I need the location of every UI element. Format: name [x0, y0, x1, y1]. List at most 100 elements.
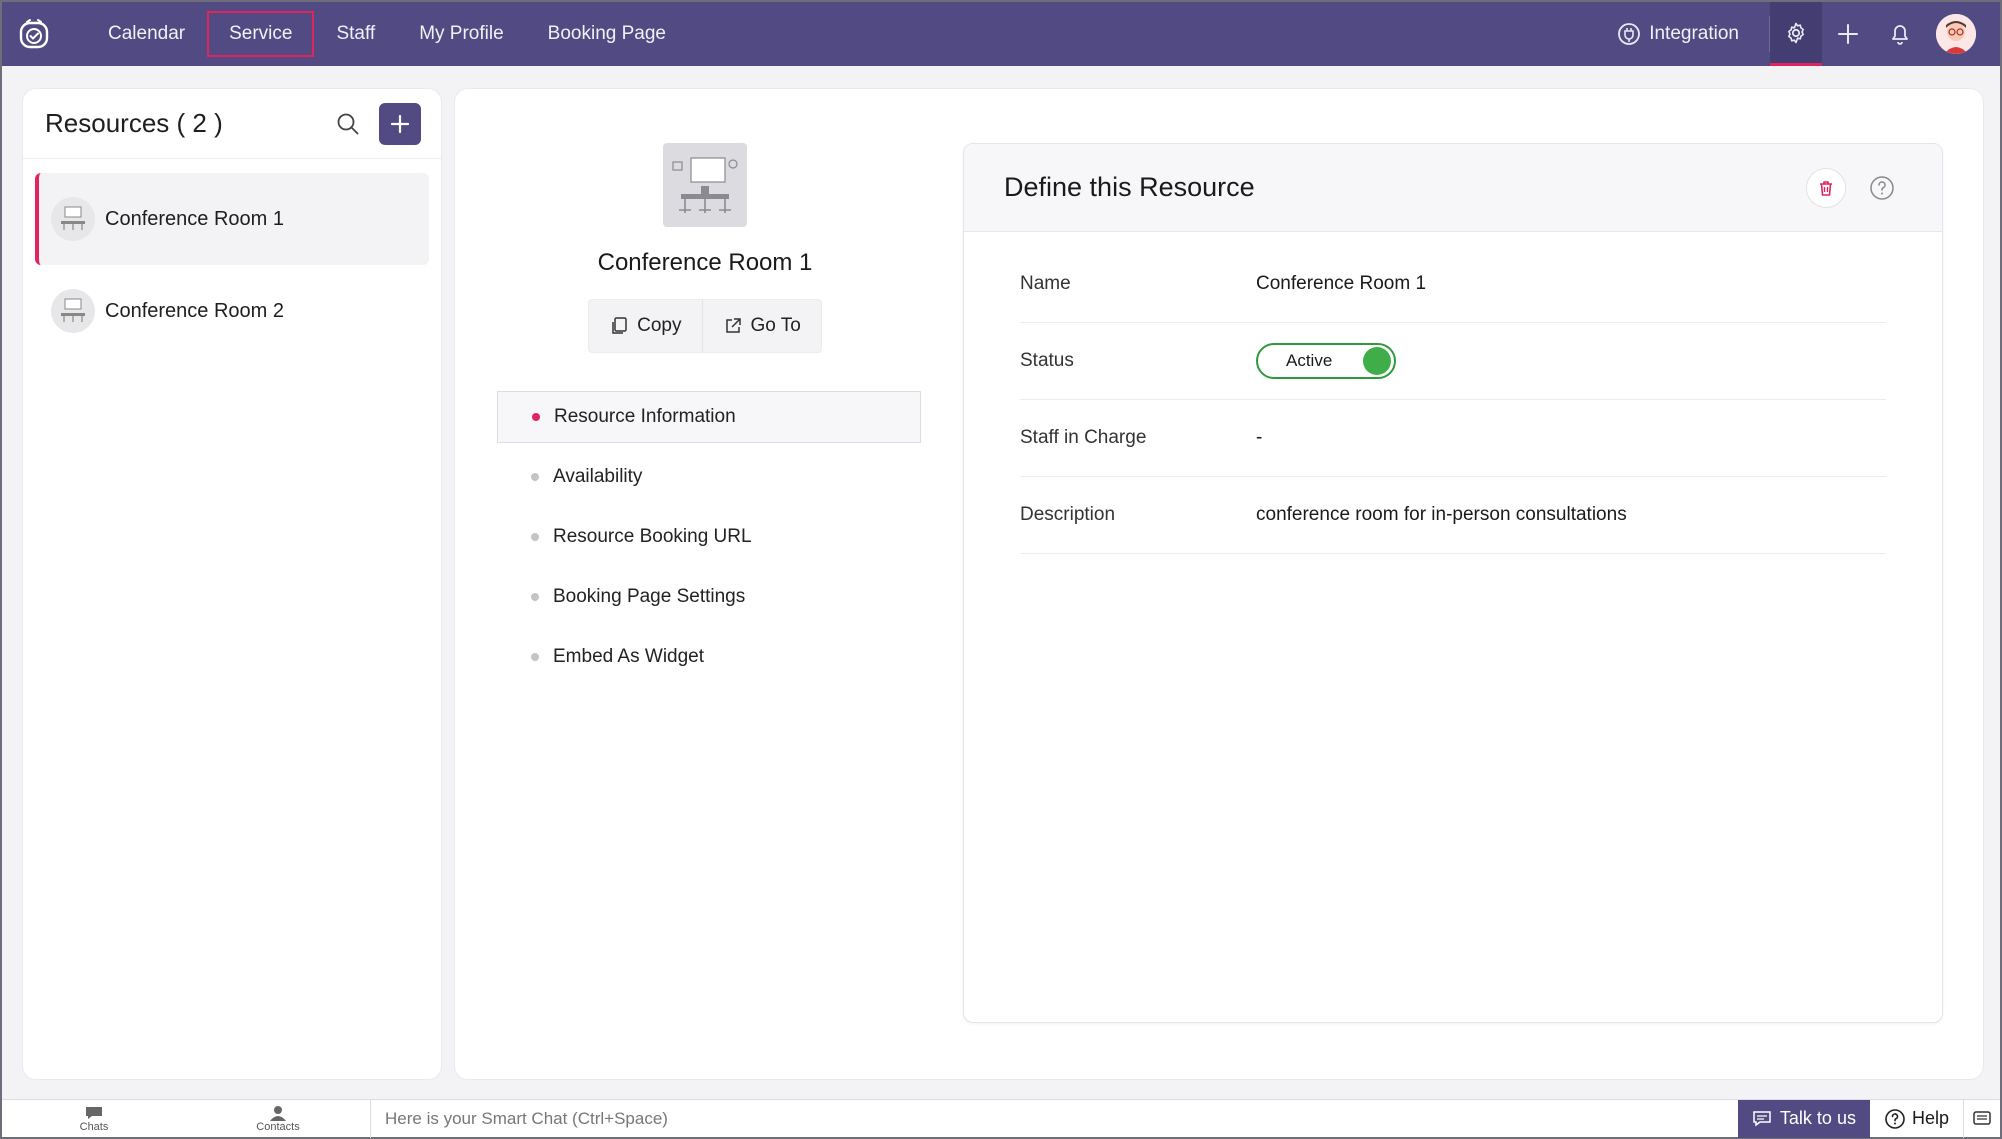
resource-title: Conference Room 1 [597, 249, 813, 276]
external-link-icon [725, 318, 741, 333]
status-row: Status Active [1020, 323, 1886, 400]
user-avatar-icon [1936, 14, 1976, 54]
delete-resource-button[interactable] [1806, 167, 1846, 208]
resources-list: Conference Room 1 Conference Room 2 [23, 159, 441, 371]
plus-icon [1838, 24, 1858, 44]
resource-detail-panel: Conference Room 1 Copy Go To Resource In… [454, 88, 1984, 1080]
question-icon [1885, 1108, 1905, 1129]
help-button[interactable]: Help [1870, 1099, 1964, 1138]
message-icon [1753, 1110, 1771, 1126]
top-navbar: Calendar Service Staff My Profile Bookin… [2, 2, 2000, 66]
user-avatar[interactable] [1936, 14, 1976, 54]
copy-button[interactable]: Copy [589, 300, 701, 352]
copy-icon [612, 317, 627, 334]
resources-panel: Resources ( 2 ) Conference Room 1 Confer… [22, 88, 442, 1080]
resource-profile: Conference Room 1 Copy Go To [455, 143, 955, 353]
staff-value[interactable]: - [1256, 427, 1262, 449]
search-icon[interactable] [335, 111, 361, 137]
menu-label: Resource Booking URL [553, 526, 752, 547]
goto-button[interactable]: Go To [701, 300, 821, 352]
calendar-logo-icon [19, 19, 49, 49]
notifications-button[interactable] [1874, 2, 1926, 66]
settings-button[interactable] [1770, 2, 1822, 66]
gear-icon [1788, 22, 1804, 43]
chats-tab[interactable]: Chats [2, 1100, 186, 1138]
name-row: Name Conference Room 1 [1020, 246, 1886, 323]
feedback-button[interactable] [1964, 1100, 2000, 1138]
add-button[interactable] [1822, 2, 1874, 66]
talk-to-us-button[interactable]: Talk to us [1737, 1099, 1870, 1138]
define-resource-actions [1806, 167, 1902, 208]
define-resource-card: Define this Resource Name Conference Roo… [963, 143, 1943, 1023]
staff-row: Staff in Charge - [1020, 400, 1886, 477]
description-value[interactable]: conference room for in-person consultati… [1256, 504, 1627, 526]
menu-resource-booking-url[interactable]: Resource Booking URL [497, 511, 921, 563]
main-nav: Calendar Service Staff My Profile Bookin… [86, 2, 688, 66]
menu-dot-icon [532, 413, 540, 421]
copy-label: Copy [637, 315, 682, 336]
define-resource-header: Define this Resource [964, 144, 1942, 232]
menu-embed-as-widget[interactable]: Embed As Widget [497, 631, 921, 683]
status-toggle[interactable]: Active [1256, 343, 1396, 379]
name-label: Name [1020, 273, 1071, 294]
nav-staff[interactable]: Staff [314, 11, 397, 57]
description-label: Description [1020, 504, 1116, 525]
status-toggle-label: Active [1286, 351, 1333, 370]
define-resource-title: Define this Resource [1004, 172, 1255, 202]
nav-calendar[interactable]: Calendar [86, 11, 207, 57]
resources-title: Resources ( 2 ) [45, 108, 223, 138]
app-logo[interactable] [2, 2, 66, 66]
menu-resource-information[interactable]: Resource Information [497, 391, 921, 443]
resources-header: Resources ( 2 ) [23, 89, 441, 159]
nav-booking-page[interactable]: Booking Page [526, 11, 688, 57]
integration-label: Integration [1649, 23, 1739, 44]
menu-label: Embed As Widget [553, 646, 705, 667]
integration-icon [1618, 23, 1641, 45]
menu-dot-icon [531, 593, 539, 601]
room-thumbnail-icon [51, 289, 95, 333]
description-row: Description conference room for in-perso… [1020, 477, 1886, 554]
resource-item[interactable]: Conference Room 2 [35, 265, 429, 357]
feedback-icon [1973, 1110, 1991, 1125]
menu-label: Resource Information [554, 406, 736, 427]
menu-dot-icon [531, 473, 539, 481]
conference-room-icon [663, 143, 747, 227]
menu-availability[interactable]: Availability [497, 451, 921, 503]
bell-icon [1892, 25, 1908, 45]
chat-bubble-icon [86, 1106, 102, 1119]
resource-name: Conference Room 1 [105, 207, 284, 230]
room-thumbnail-icon [51, 197, 95, 241]
resource-item[interactable]: Conference Room 1 [35, 173, 429, 265]
nav-service[interactable]: Service [207, 11, 315, 57]
contacts-tab[interactable]: Contacts [186, 1100, 370, 1138]
trash-icon [1820, 180, 1832, 196]
menu-booking-page-settings[interactable]: Booking Page Settings [497, 571, 921, 623]
bottom-bar: Chats Contacts Here is your Smart Chat (… [2, 1099, 2000, 1138]
top-right-actions: Integration [1617, 2, 2000, 66]
integration-button[interactable]: Integration [1617, 16, 1770, 52]
contact-person-icon [270, 1105, 286, 1121]
resources-actions [335, 102, 421, 145]
resource-section-menu: Resource Information Availability Resour… [497, 391, 921, 691]
chats-label: Chats [79, 1120, 109, 1133]
staff-label: Staff in Charge [1020, 427, 1147, 448]
resource-quick-actions: Copy Go To [588, 299, 822, 353]
plus-icon [390, 114, 410, 133]
nav-my-profile[interactable]: My Profile [397, 11, 525, 57]
help-icon[interactable] [1862, 168, 1902, 208]
resource-name: Conference Room 2 [105, 299, 284, 322]
name-value[interactable]: Conference Room 1 [1256, 273, 1426, 295]
resource-fields: Name Conference Room 1 Status Active Sta… [964, 232, 1942, 554]
help-label: Help [1911, 1108, 1949, 1128]
status-label: Status [1020, 350, 1074, 371]
menu-dot-icon [531, 533, 539, 541]
menu-label: Availability [553, 466, 643, 487]
toggle-knob [1363, 347, 1391, 375]
menu-label: Booking Page Settings [553, 586, 746, 607]
goto-label: Go To [750, 315, 801, 336]
add-resource-button[interactable] [379, 102, 421, 145]
smart-chat-input[interactable]: Here is your Smart Chat (Ctrl+Space) [370, 1099, 1738, 1138]
talk-label: Talk to us [1779, 1108, 1856, 1128]
contacts-label: Contacts [256, 1120, 300, 1133]
menu-dot-icon [531, 653, 539, 661]
